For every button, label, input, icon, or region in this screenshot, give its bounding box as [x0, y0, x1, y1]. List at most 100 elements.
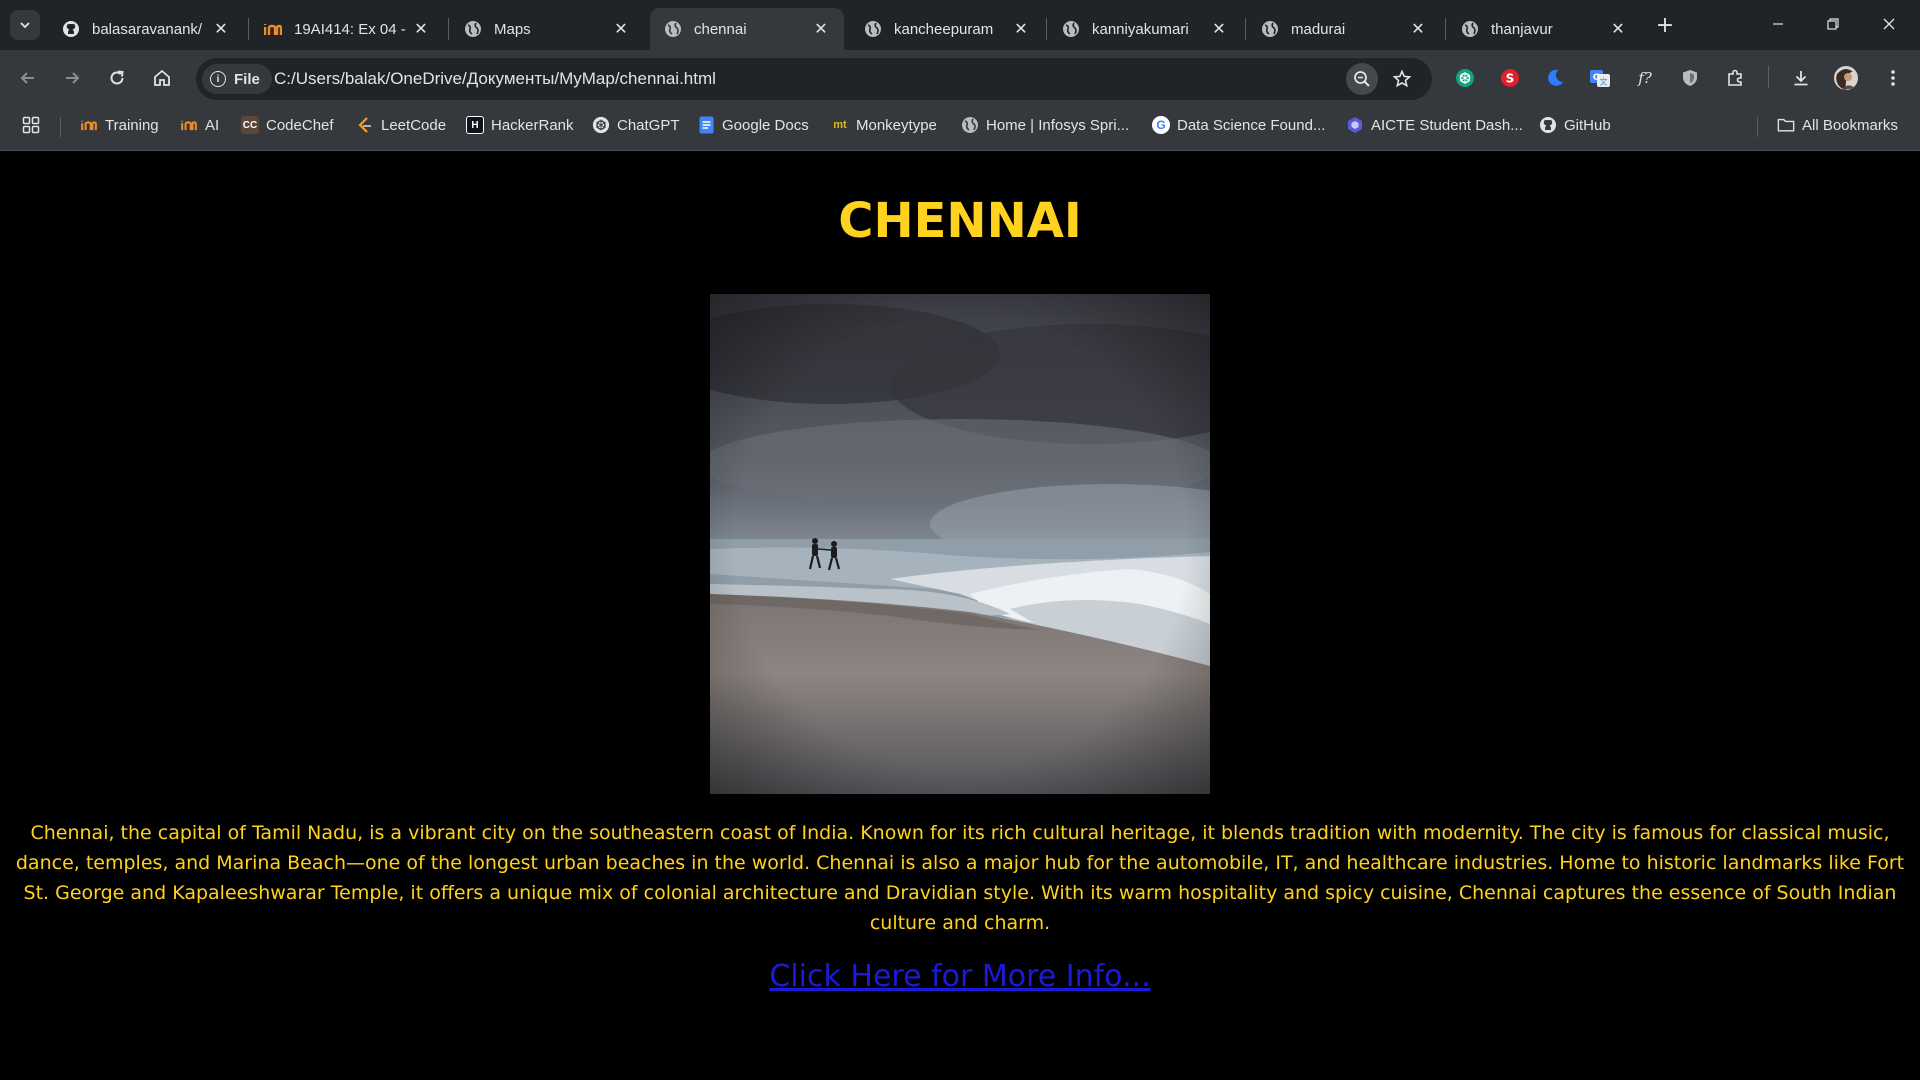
tab-divider [1046, 18, 1047, 40]
close-window-button[interactable] [1867, 10, 1911, 38]
translate-extension-button[interactable]: G文 [1586, 64, 1614, 92]
close-icon[interactable]: ✕ [212, 20, 230, 38]
forward-button[interactable] [56, 62, 88, 94]
tab-title: chennai [694, 20, 747, 38]
toolbar-divider [1768, 66, 1769, 88]
svg-text:S: S [1506, 72, 1515, 86]
tab-kanniyakumari[interactable]: kanniyakumari ✕ [1048, 8, 1242, 50]
globe-icon [464, 20, 482, 38]
all-bookmarks-label: All Bookmarks [1802, 116, 1898, 134]
bookmark-label: LeetCode [381, 116, 447, 134]
bookmark-star-button[interactable] [1386, 63, 1418, 95]
bookmark-training[interactable]: Training [80, 107, 159, 143]
chevron-down-icon [20, 22, 30, 29]
profile-button[interactable] [1832, 64, 1860, 92]
bookmark-label: GitHub [1564, 116, 1611, 134]
bookmark-label: ChatGPT [617, 116, 680, 134]
home-button[interactable] [146, 62, 178, 94]
shield-icon [1683, 70, 1697, 86]
avatar [1834, 66, 1858, 90]
info-icon: i [210, 71, 226, 87]
beach-photo [710, 294, 1210, 794]
address-bar[interactable]: i File C:/Users/balak/OneDrive/Документы… [196, 58, 1432, 100]
bookmark-monkeytype[interactable]: mt Monkeytype [831, 107, 937, 143]
site-info-label: File [234, 70, 260, 88]
close-icon[interactable]: ✕ [412, 20, 430, 38]
bookmark-google-docs[interactable]: Google Docs [697, 107, 809, 143]
back-button[interactable] [12, 62, 44, 94]
all-bookmarks-button[interactable]: All Bookmarks [1777, 107, 1898, 143]
tab-thanjavur[interactable]: thanjavur ✕ [1447, 8, 1641, 50]
tab-title: Maps [494, 20, 531, 38]
bookmark-data-science[interactable]: G Data Science Found... [1152, 107, 1325, 143]
bookmark-codechef[interactable]: CC CodeChef [241, 107, 334, 143]
tab-kancheepuram[interactable]: kancheepuram ✕ [850, 8, 1044, 50]
bookmark-infosys-home[interactable]: Home | Infosys Spri... [961, 107, 1129, 143]
site-info-chip[interactable]: i File [202, 64, 272, 94]
close-icon[interactable]: ✕ [1012, 20, 1030, 38]
zoom-button[interactable] [1346, 63, 1378, 95]
tab-strip: balasaravanank/ ✕ 19AI414: Ex 04 - ✕ Map… [0, 0, 1920, 50]
restore-button[interactable] [1811, 10, 1855, 38]
bookmark-ai[interactable]: AI [180, 107, 219, 143]
function-icon: f? [1637, 69, 1653, 87]
tab-title: thanjavur [1491, 20, 1553, 38]
puzzle-icon [1728, 69, 1742, 86]
tab-title: kanniyakumari [1092, 20, 1189, 38]
bookmarks-divider [1757, 117, 1758, 137]
close-icon[interactable]: ✕ [1409, 20, 1427, 38]
chrome-menu-button[interactable] [1879, 64, 1907, 92]
bookmarks-divider [60, 117, 61, 137]
bookmark-label: Home | Infosys Spri... [986, 116, 1130, 134]
chatgpt-extension-button[interactable] [1451, 64, 1479, 92]
tab-title: kancheepuram [894, 20, 994, 38]
tab-divider [248, 18, 249, 40]
apps-button[interactable] [22, 107, 40, 143]
bookmark-chatgpt[interactable]: ChatGPT [592, 107, 680, 143]
tab-search-button[interactable] [10, 10, 40, 40]
close-icon[interactable]: ✕ [1210, 20, 1228, 38]
bookmark-hackerrank[interactable]: H HackerRank [466, 107, 574, 143]
tab-chennai[interactable]: chennai ✕ [650, 8, 844, 50]
bookmark-aicte[interactable]: AICTE Student Dash... [1346, 107, 1523, 143]
infosys-springboard-icon [264, 20, 282, 38]
reload-button[interactable] [101, 62, 133, 94]
bookmark-leetcode[interactable]: LeetCode [356, 107, 446, 143]
bookmark-github[interactable]: GitHub [1539, 107, 1611, 143]
tab-github[interactable]: balasaravanank/ ✕ [48, 8, 244, 50]
globe-icon [1461, 20, 1479, 38]
apps-grid-icon [22, 116, 40, 134]
google-translate-icon: G文 [1590, 70, 1610, 87]
downloads-button[interactable] [1787, 64, 1815, 92]
beach-with-waves-photo-icon [710, 294, 1210, 794]
more-info-link[interactable]: Click Here for More Info... [769, 959, 1150, 994]
aicte-icon [1346, 116, 1364, 134]
url-text[interactable]: C:/Users/balak/OneDrive/Документы/MyMap/… [274, 58, 716, 100]
new-tab-button[interactable]: + [1652, 12, 1678, 38]
globe-icon [864, 20, 882, 38]
bookmark-label: Training [105, 116, 159, 134]
close-icon[interactable]: ✕ [612, 20, 630, 38]
extensions-button[interactable] [1721, 64, 1749, 92]
tab-madurai[interactable]: madurai ✕ [1247, 8, 1441, 50]
tab-maps[interactable]: Maps ✕ [450, 8, 644, 50]
more-info-link-container: Click Here for More Info... [0, 959, 1920, 994]
globe-icon [961, 116, 979, 134]
svg-text:f?: f? [1637, 69, 1653, 87]
bookmark-label: Google Docs [722, 116, 809, 134]
close-icon[interactable]: ✕ [812, 20, 830, 38]
dark-mode-extension-button[interactable] [1541, 64, 1569, 92]
toolbar: i File C:/Users/balak/OneDrive/Документы… [0, 50, 1920, 107]
chatgpt-icon [1456, 69, 1474, 87]
home-icon [154, 69, 170, 86]
arrow-left-icon [20, 72, 34, 84]
close-icon[interactable]: ✕ [1609, 20, 1627, 38]
formula-extension-button[interactable]: f? [1631, 64, 1659, 92]
minimize-button[interactable] [1756, 10, 1800, 38]
grammar-extension-button[interactable]: S [1496, 64, 1524, 92]
privacy-extension-button[interactable] [1676, 64, 1704, 92]
s-badge-icon: S [1501, 69, 1519, 87]
tab-19ai414[interactable]: 19AI414: Ex 04 - ✕ [250, 8, 444, 50]
bookmark-label: Monkeytype [856, 116, 937, 134]
infosys-springboard-icon [180, 116, 198, 134]
